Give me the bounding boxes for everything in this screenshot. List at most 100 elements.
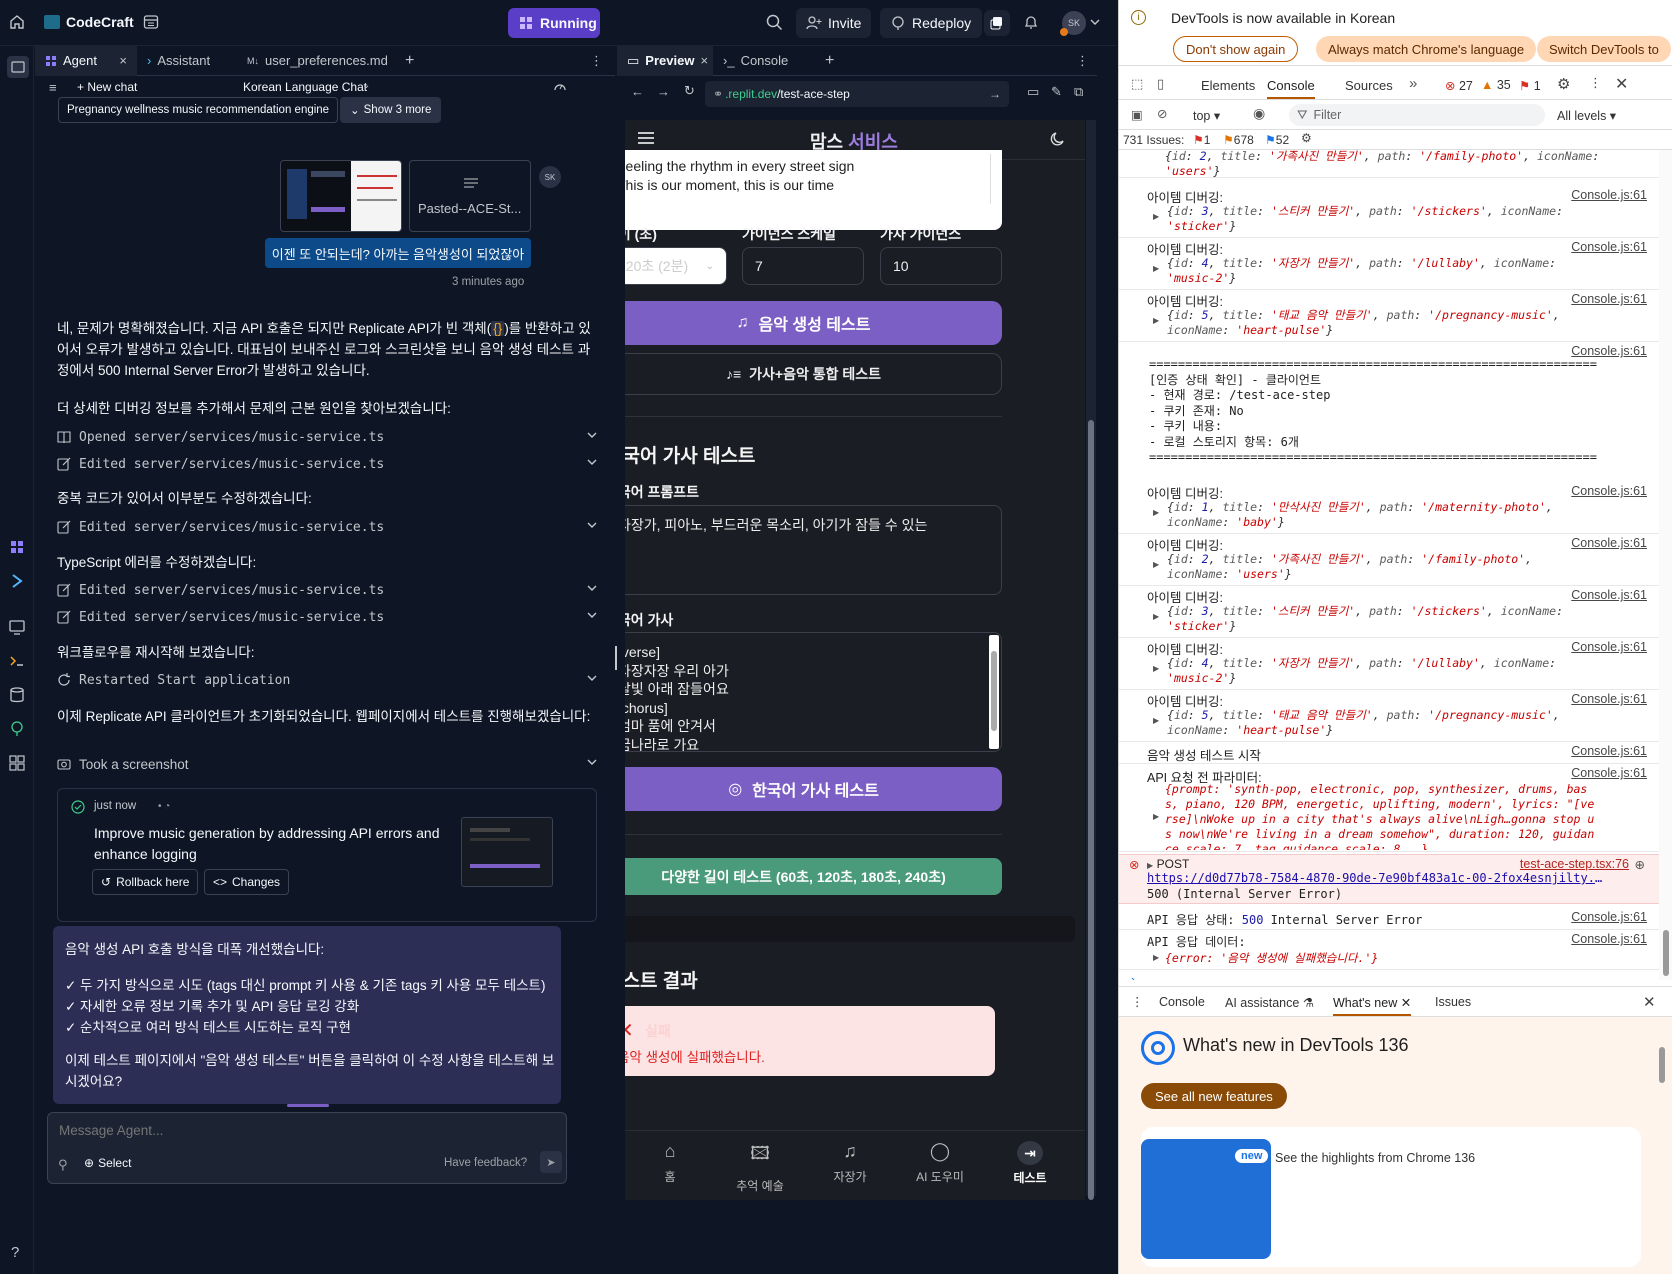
source-link[interactable]: Console.js:61 <box>1571 910 1647 924</box>
sidebar-toggle-icon[interactable]: ▣ <box>1131 107 1143 122</box>
action-row[interactable]: Edited server/services/music-service.ts <box>57 451 597 477</box>
app-name[interactable]: CodeCraft <box>66 14 134 30</box>
files-icon[interactable] <box>7 56 29 78</box>
help-icon[interactable]: ? <box>11 1244 19 1261</box>
drawer-tab-issues[interactable]: Issues <box>1435 995 1471 1009</box>
deploy-rail-icon[interactable] <box>8 720 26 738</box>
checkpoint-thumbnail[interactable] <box>461 817 553 887</box>
inspect-icon[interactable]: ⬚ <box>1131 76 1143 92</box>
source-link[interactable]: Console.js:61 <box>1571 766 1647 780</box>
tab-elements[interactable]: Elements <box>1201 78 1255 93</box>
moon-icon[interactable] <box>1049 130 1067 148</box>
external-link-icon[interactable]: ⧉ <box>1074 84 1083 100</box>
message-input[interactable] <box>49 1117 559 1143</box>
api-params-object[interactable]: {prompt: 'synth-pop, electronic, pop, sy… <box>1165 782 1599 850</box>
invite-button[interactable]: Invite <box>796 8 872 38</box>
drawer-tab-console[interactable]: Console <box>1159 995 1205 1009</box>
kebab-icon[interactable]: ⋮ <box>1589 75 1602 91</box>
see-all-button[interactable]: See all new features <box>1141 1083 1287 1109</box>
more-tabs-icon[interactable]: » <box>1409 75 1417 92</box>
forward-icon[interactable]: → <box>657 84 670 99</box>
source-link[interactable]: Console.js:61 <box>1571 188 1647 202</box>
nav-lullaby[interactable]: ♫ 자장가 <box>815 1141 885 1185</box>
reload-icon[interactable]: ↻ <box>684 83 695 99</box>
changes-button[interactable]: <> Changes <box>204 869 290 895</box>
source-link[interactable]: Console.js:61 <box>1571 932 1647 946</box>
chevron-down-icon[interactable]: ⌄ <box>362 80 370 91</box>
console-scrollbar[interactable] <box>1659 150 1672 980</box>
settings-icon[interactable]: ⚙ <box>1557 75 1570 93</box>
expand-triangle-icon[interactable]: ▶ <box>1153 560 1159 569</box>
tab-agent[interactable]: Agent × <box>35 45 137 76</box>
action-row[interactable]: Edited server/services/music-service.ts <box>57 514 597 540</box>
source-link[interactable]: Console.js:61 <box>1571 692 1647 706</box>
expand-triangle-icon[interactable]: ▶ <box>1153 264 1159 273</box>
issues-bar[interactable]: 731 Issues: ⚑1 ⚑678 ⚑52 ⚙ <box>1119 130 1672 150</box>
terminal-icon[interactable] <box>8 652 26 670</box>
scrollbar[interactable] <box>990 154 1000 204</box>
apps-grid-icon[interactable] <box>8 754 26 772</box>
eye-icon[interactable]: ◉ <box>1253 105 1265 122</box>
close-icon[interactable]: × <box>119 53 127 68</box>
panel-resize-handle[interactable] <box>615 646 617 670</box>
database-icon[interactable] <box>8 686 26 704</box>
action-row[interactable]: Took a screenshot <box>57 751 597 777</box>
layout-icon[interactable] <box>143 14 159 30</box>
more-icon[interactable]: ⋮ <box>1076 53 1089 69</box>
search-icon[interactable] <box>766 14 783 31</box>
redeploy-button[interactable]: Redeploy <box>880 8 982 38</box>
bell-icon[interactable] <box>1023 14 1039 30</box>
add-tab-icon[interactable]: + <box>825 52 834 70</box>
post-url[interactable]: https://d0d77b78-7584-4870-90de-7e90bf48… <box>1147 871 1607 885</box>
lyrics-music-button[interactable]: ♪≡ 가사+음악 통합 테스트 <box>625 353 1002 395</box>
source-link[interactable]: Console.js:61 <box>1571 292 1647 306</box>
feedback-link[interactable]: Have feedback? <box>444 1157 527 1169</box>
new-chat-button[interactable]: + New chat <box>77 80 137 94</box>
scrollbar[interactable] <box>989 635 999 749</box>
tab-console[interactable]: ›_ Console <box>713 46 817 76</box>
expand-triangle-icon[interactable]: ▶ <box>1153 316 1159 325</box>
show-more-button[interactable]: ⌄ Show 3 more <box>340 97 442 123</box>
drawer-menu-icon[interactable]: ⋮ <box>1131 994 1144 1009</box>
tab-user-preferences[interactable]: M↓ user_preferences.md <box>237 46 397 76</box>
expand-triangle-icon[interactable]: ▶ <box>1153 953 1159 962</box>
url-bar[interactable]: ⚭ .replit.dev/test-ace-step → <box>705 81 1009 107</box>
korean-test-button[interactable]: ◎ 한국어 가사 테스트 <box>625 767 1002 811</box>
send-button[interactable]: ➤ <box>540 1151 562 1173</box>
action-row[interactable]: Edited server/services/music-service.ts <box>57 577 597 603</box>
attachment-file[interactable]: Pasted--ACE-St... <box>409 160 531 232</box>
add-tab-icon[interactable]: + <box>405 52 414 70</box>
source-link[interactable]: Console.js:61 <box>1571 588 1647 602</box>
monitor-icon[interactable] <box>8 618 26 636</box>
korean-lyrics-textarea[interactable]: [verse] 자장자장 우리 아가 달빛 아래 잠들어요 [chorus] 엄… <box>625 632 1002 752</box>
action-row[interactable]: Edited server/services/music-service.ts <box>57 604 597 630</box>
wrench-icon[interactable]: ✎ <box>1051 84 1062 100</box>
drawer-scrollbar[interactable] <box>1657 1037 1667 1097</box>
select-button[interactable]: ⊕ Select <box>84 1156 131 1170</box>
warning-count-badge[interactable]: ▲ 35 <box>1481 78 1511 92</box>
copy-icon[interactable] <box>984 10 1010 36</box>
more-icon[interactable]: ⋮ <box>590 53 603 69</box>
lyrics-textarea-top[interactable]: Feeling the rhythm in every street sign … <box>625 150 1002 230</box>
music-test-button[interactable]: ♫ 음악 생성 테스트 <box>625 301 1002 345</box>
error-count-badge[interactable]: ⊗ 27 <box>1445 78 1473 93</box>
running-button[interactable]: Running <box>508 8 600 38</box>
agent-icon[interactable] <box>8 538 26 556</box>
source-link[interactable]: Console.js:61 <box>1571 744 1647 758</box>
chat-title[interactable]: Korean Language Chat <box>243 80 367 94</box>
expand-triangle-icon[interactable]: ▶ <box>1153 508 1159 517</box>
filter-input[interactable]: ⛛ Filter <box>1289 104 1545 126</box>
console-prompt[interactable]: › <box>1131 972 1135 980</box>
tab-assistant[interactable]: › Assistant <box>137 46 237 76</box>
back-icon[interactable]: ← <box>631 84 644 99</box>
info-count-badge[interactable]: ⚑ 1 <box>1519 78 1541 93</box>
close-drawer-icon[interactable]: ✕ <box>1643 993 1656 1011</box>
assistant-icon[interactable] <box>8 572 26 590</box>
expand-triangle-icon[interactable]: ▶ <box>1153 612 1159 621</box>
preview-scrollbar[interactable] <box>1086 120 1096 1200</box>
expand-triangle-icon[interactable]: ▶ <box>1153 664 1159 673</box>
menu-icon[interactable]: ≡ <box>49 80 57 95</box>
source-link[interactable]: Console.js:61 <box>1571 536 1647 550</box>
nav-test[interactable]: ⇥ 테스트 <box>995 1141 1065 1186</box>
home-icon[interactable] <box>9 14 25 30</box>
